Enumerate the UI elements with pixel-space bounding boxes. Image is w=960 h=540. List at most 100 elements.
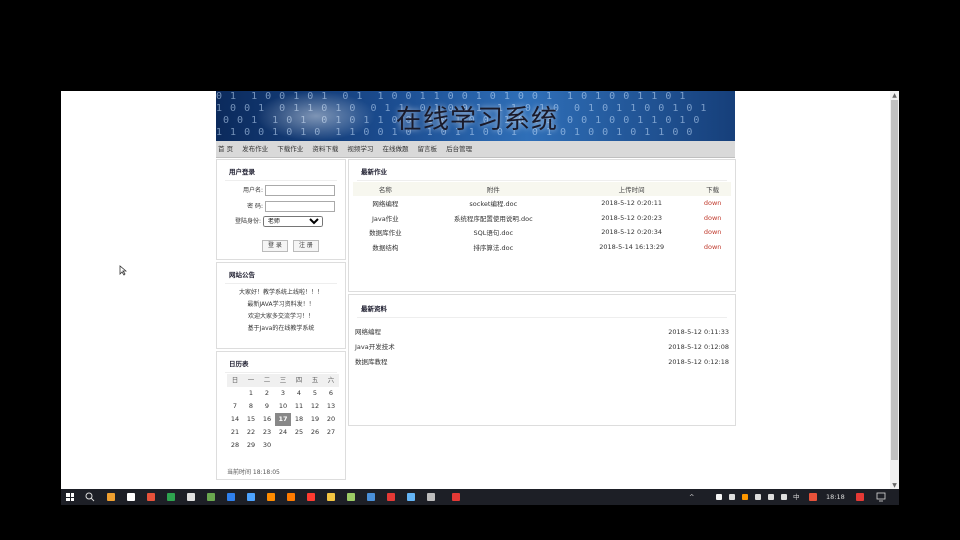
calendar-day xyxy=(323,439,339,452)
system-tray-icon[interactable] xyxy=(742,494,748,500)
search-icon[interactable] xyxy=(85,492,95,502)
calendar-day[interactable]: 22 xyxy=(243,426,259,439)
taskbar-app-icon[interactable] xyxy=(407,493,415,501)
calendar-day[interactable]: 29 xyxy=(243,439,259,452)
taskbar-app-icon[interactable] xyxy=(227,493,235,501)
taskbar-app-icon[interactable] xyxy=(287,493,295,501)
taskbar-app-icon[interactable] xyxy=(247,493,255,501)
windows-start-icon[interactable] xyxy=(66,493,74,501)
calendar-day[interactable]: 26 xyxy=(307,426,323,439)
taskbar-app-icon[interactable] xyxy=(307,493,315,501)
notice-item[interactable]: 最新JAVA学习资料发！！ xyxy=(217,299,345,311)
tray-app-icon[interactable] xyxy=(856,493,864,501)
nav-download-homework[interactable]: 下载作业 xyxy=(277,141,303,157)
calendar-day[interactable]: 4 xyxy=(291,387,307,400)
notice-item[interactable]: 大家好！教学系统上线啦！！！ xyxy=(217,287,345,299)
scrollbar-thumb[interactable] xyxy=(891,100,898,460)
calendar-day[interactable]: 25 xyxy=(291,426,307,439)
list-item[interactable]: 数据库教程 2018-5-12 0:12:18 xyxy=(355,355,729,370)
download-link[interactable]: down xyxy=(694,196,731,211)
login-button[interactable]: 登 录 xyxy=(262,240,288,252)
nav-home[interactable]: 首 页 xyxy=(218,141,233,157)
taskbar-app-icon[interactable] xyxy=(347,493,355,501)
taskbar-app-icon[interactable] xyxy=(452,493,460,501)
nav-video-learning[interactable]: 视频学习 xyxy=(347,141,373,157)
role-select[interactable]: 老师 xyxy=(262,216,323,227)
password-input[interactable] xyxy=(264,201,335,212)
scroll-up-arrow-icon[interactable]: ▲ xyxy=(890,91,899,100)
calendar-day[interactable]: 15 xyxy=(243,413,259,426)
system-tray-icon[interactable] xyxy=(755,494,761,500)
taskbar-app-icon[interactable] xyxy=(327,493,335,501)
calendar-day[interactable]: 21 xyxy=(227,426,243,439)
input-method-indicator[interactable]: 中 xyxy=(793,492,800,502)
calendar-day[interactable]: 9 xyxy=(259,400,275,413)
taskbar-app-icon[interactable] xyxy=(147,493,155,501)
taskbar-app-icon[interactable] xyxy=(427,493,435,501)
table-row: 数据库作业 SQL语句.doc 2018-5-12 0:20:34 down xyxy=(353,225,731,240)
show-hidden-icons-icon[interactable]: ^ xyxy=(689,492,694,502)
nav-admin[interactable]: 后台管理 xyxy=(446,141,472,157)
homework-attachment-cell[interactable]: socket编程.doc xyxy=(418,196,569,211)
taskbar-app-icon[interactable] xyxy=(267,493,275,501)
download-link[interactable]: down xyxy=(694,225,731,240)
page-scrollbar[interactable]: ▲ ▼ xyxy=(890,91,899,490)
taskbar-app-icon[interactable] xyxy=(107,493,115,501)
nav-message-board[interactable]: 留言板 xyxy=(418,141,438,157)
homework-attachment-cell[interactable]: 系统程序配置使用说明.doc xyxy=(418,211,569,226)
calendar-day[interactable]: 24 xyxy=(275,426,291,439)
notice-item[interactable]: 欢迎大家多交流学习！！ xyxy=(217,311,345,323)
taskbar-clock[interactable]: 18:18 xyxy=(826,492,845,502)
taskbar-app-icon[interactable] xyxy=(387,493,395,501)
taskbar-app-icon[interactable] xyxy=(367,493,375,501)
system-tray-icon[interactable] xyxy=(716,494,722,500)
calendar-day[interactable]: 1 xyxy=(243,387,259,400)
calendar-today[interactable]: 17 xyxy=(275,413,291,426)
system-tray-icon[interactable] xyxy=(768,494,774,500)
calendar-day[interactable]: 30 xyxy=(259,439,275,452)
calendar-day[interactable]: 5 xyxy=(307,387,323,400)
calendar-day[interactable]: 13 xyxy=(323,400,339,413)
resource-name[interactable]: 网络编程 xyxy=(355,328,381,336)
calendar-day[interactable]: 27 xyxy=(323,426,339,439)
calendar-day[interactable]: 8 xyxy=(243,400,259,413)
notice-item[interactable]: 基于Java的在线教学系统 xyxy=(217,323,345,335)
download-link[interactable]: down xyxy=(694,240,731,255)
system-tray-icon[interactable] xyxy=(729,494,735,500)
nav-publish-homework[interactable]: 发布作业 xyxy=(242,141,268,157)
calendar-day[interactable]: 3 xyxy=(275,387,291,400)
calendar-day[interactable]: 23 xyxy=(259,426,275,439)
taskbar-app-icon[interactable] xyxy=(207,493,215,501)
calendar-day[interactable]: 11 xyxy=(291,400,307,413)
calendar-day[interactable]: 19 xyxy=(307,413,323,426)
calendar-day[interactable]: 7 xyxy=(227,400,243,413)
system-tray-icon[interactable] xyxy=(781,494,787,500)
nav-online-quiz[interactable]: 在线做题 xyxy=(382,141,408,157)
calendar-day[interactable]: 14 xyxy=(227,413,243,426)
calendar-day[interactable]: 28 xyxy=(227,439,243,452)
username-input[interactable] xyxy=(264,185,335,196)
sogou-ime-icon[interactable] xyxy=(809,493,817,501)
list-item[interactable]: 网络编程 2018-5-12 0:11:33 xyxy=(355,325,729,340)
list-item[interactable]: Java开发技术 2018-5-12 0:12:08 xyxy=(355,340,729,355)
nav-download-materials[interactable]: 资料下载 xyxy=(312,141,338,157)
register-button[interactable]: 注 册 xyxy=(293,240,319,252)
table-row: 数据结构 排序算法.doc 2018-5-14 16:13:29 down xyxy=(353,240,731,255)
download-link[interactable]: down xyxy=(694,211,731,226)
homework-attachment-cell[interactable]: SQL语句.doc xyxy=(418,225,569,240)
calendar-day[interactable]: 12 xyxy=(307,400,323,413)
calendar-day[interactable]: 16 xyxy=(259,413,275,426)
notification-icon[interactable] xyxy=(876,492,886,502)
calendar-day[interactable]: 18 xyxy=(291,413,307,426)
homework-time-cell: 2018-5-12 0:20:34 xyxy=(601,228,663,237)
resource-name[interactable]: 数据库教程 xyxy=(355,358,388,366)
taskbar-app-icon[interactable] xyxy=(167,493,175,501)
calendar-day[interactable]: 10 xyxy=(275,400,291,413)
taskbar-app-icon[interactable] xyxy=(187,493,195,501)
calendar-day[interactable]: 20 xyxy=(323,413,339,426)
homework-attachment-cell[interactable]: 排序算法.doc xyxy=(418,240,569,255)
taskbar-app-icon[interactable] xyxy=(127,493,135,501)
calendar-day[interactable]: 6 xyxy=(323,387,339,400)
resource-name[interactable]: Java开发技术 xyxy=(355,343,395,351)
calendar-day[interactable]: 2 xyxy=(259,387,275,400)
